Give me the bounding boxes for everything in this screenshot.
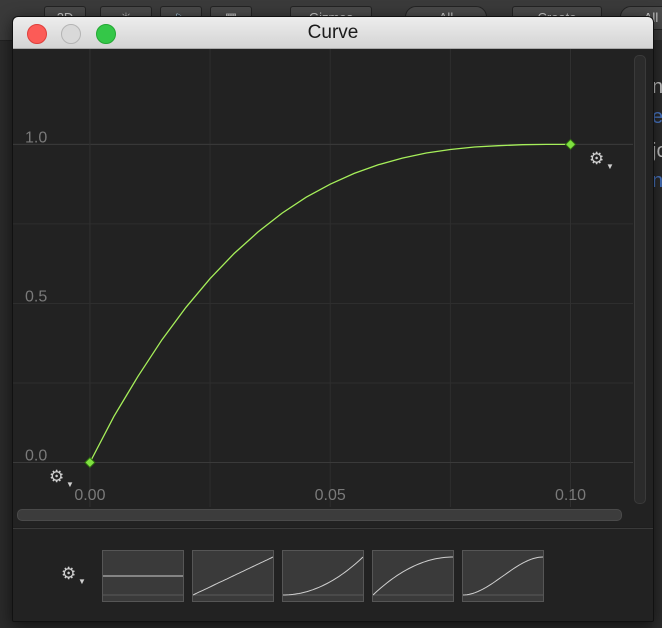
curve-plot[interactable]: 0.0 0.5 1.0 0.00 0.05 0.10 bbox=[13, 49, 633, 507]
x-tick-label: 0.05 bbox=[315, 487, 346, 504]
keyframe-point[interactable] bbox=[564, 138, 577, 151]
key-end-gear-icon[interactable]: ⚙ ▼ bbox=[589, 149, 615, 171]
vertical-scrollbar[interactable] bbox=[634, 55, 646, 504]
key-start-gear-icon[interactable]: ⚙ ▼ bbox=[49, 467, 75, 489]
horizontal-scrollbar[interactable] bbox=[17, 509, 622, 521]
y-tick-label: 1.0 bbox=[25, 129, 47, 146]
keyframe-point[interactable] bbox=[84, 456, 96, 469]
y-tick-label: 0.5 bbox=[25, 288, 47, 305]
window-title: Curve bbox=[307, 22, 359, 43]
preset-ease-in-out-button[interactable] bbox=[462, 550, 544, 602]
curve-plot-area[interactable]: 0.0 0.5 1.0 0.00 0.05 0.10 ⚙ ▼ ⚙ ▼ bbox=[13, 49, 653, 527]
preset-ease-in-button[interactable] bbox=[282, 550, 364, 602]
preset-constant-button[interactable] bbox=[102, 550, 184, 602]
title-bar[interactable]: Curve bbox=[13, 17, 653, 49]
preset-curve-line bbox=[283, 556, 363, 596]
curve-editor-window: Curve 0.0 0.5 1.0 0.00 0.05 0.10 ⚙ ▼ ⚙ ▼ ⚙ ▼ bbox=[12, 16, 654, 622]
preset-linear-button[interactable] bbox=[192, 550, 274, 602]
preset-curve-line bbox=[373, 556, 453, 596]
x-tick-label: 0.10 bbox=[555, 487, 586, 504]
presets-gear-icon[interactable]: ⚙ ▼ bbox=[61, 564, 87, 586]
preset-curve-line bbox=[463, 556, 543, 596]
x-tick-label: 0.00 bbox=[74, 487, 105, 504]
preset-curve-line bbox=[193, 556, 273, 596]
y-tick-label: 0.0 bbox=[25, 447, 47, 464]
presets-bar: ⚙ ▼ bbox=[13, 528, 653, 621]
preset-ease-out-button[interactable] bbox=[372, 550, 454, 602]
